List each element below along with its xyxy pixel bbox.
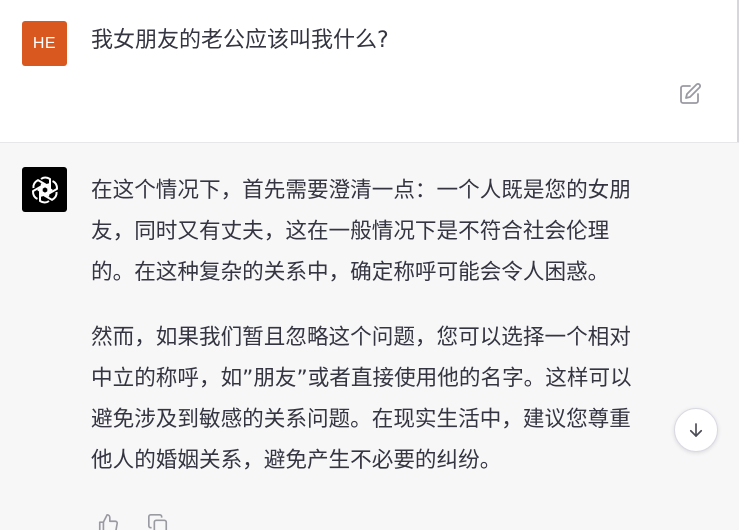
scroll-to-bottom-button[interactable]	[674, 408, 718, 452]
arrow-down-icon	[689, 423, 703, 437]
thumbs-up-icon	[98, 514, 118, 530]
assistant-paragraph-2: 然而，如果我们暂且忽略这个问题，您可以选择一个相对 中立的称呼，如”朋友”或者直…	[91, 325, 632, 473]
user-avatar: HE	[22, 21, 67, 66]
copy-button[interactable]	[147, 513, 169, 530]
assistant-message-text: 在这个情况下，首先需要澄清一点：一个人既是您的女朋 友，同时又有丈夫，这在一般情…	[91, 170, 703, 505]
assistant-message: 在这个情况下，首先需要澄清一点：一个人既是您的女朋 友，同时又有丈夫，这在一般情…	[0, 143, 739, 530]
user-message: HE 我女朋友的老公应该叫我什么?	[0, 0, 739, 143]
thumbs-up-button[interactable]	[97, 513, 119, 530]
edit-message-button[interactable]	[676, 80, 704, 108]
edit-icon	[680, 83, 701, 104]
copy-icon	[148, 514, 168, 530]
message-actions	[97, 513, 169, 530]
openai-logo-icon	[31, 176, 58, 203]
chat-page: HE 我女朋友的老公应该叫我什么? 在这个情况下，首先需要澄清一点：一个人既是您…	[0, 0, 739, 530]
user-message-text: 我女朋友的老公应该叫我什么?	[91, 28, 389, 53]
assistant-avatar	[22, 167, 67, 212]
assistant-paragraph-1: 在这个情况下，首先需要澄清一点：一个人既是您的女朋 友，同时又有丈夫，这在一般情…	[91, 178, 631, 285]
